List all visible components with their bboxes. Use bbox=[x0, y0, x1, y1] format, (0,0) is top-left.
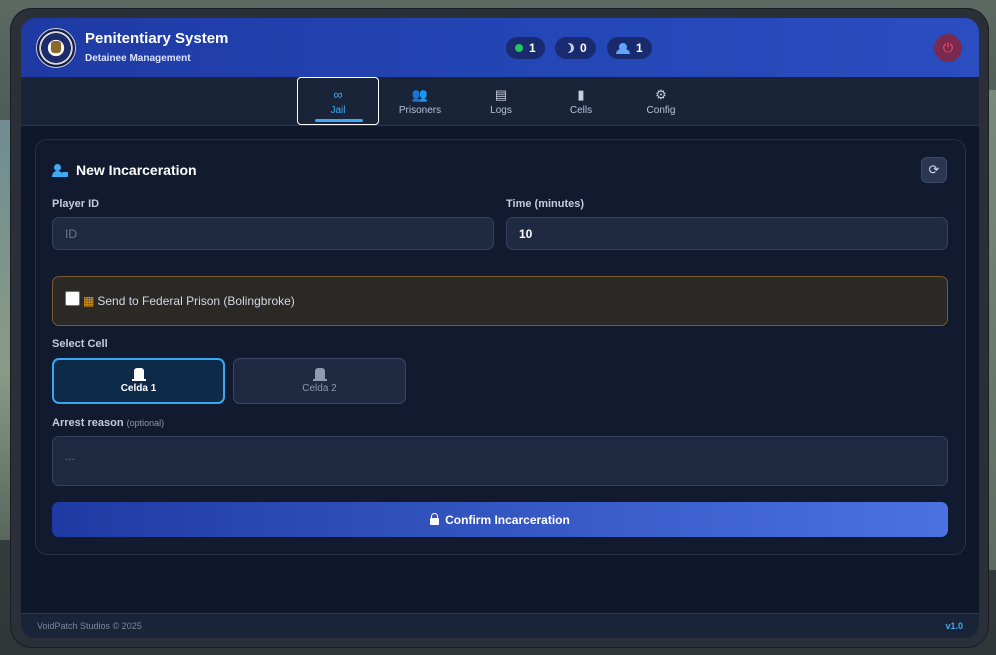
building-icon: ▦ bbox=[83, 294, 95, 308]
optional-hint: (optional) bbox=[126, 418, 165, 428]
power-icon: ⏻ bbox=[942, 40, 954, 55]
app-window: Penitentiary System Detainee Management … bbox=[21, 18, 979, 638]
online-count: 1 bbox=[529, 41, 536, 55]
power-button[interactable]: ⏻ bbox=[934, 34, 962, 62]
seal-logo-icon bbox=[36, 28, 76, 68]
cell-option-2[interactable]: Celda 2 bbox=[233, 358, 406, 404]
time-label: Time (minutes) bbox=[506, 198, 585, 210]
app-subtitle: Detainee Management bbox=[85, 53, 191, 64]
lock-icon bbox=[430, 513, 440, 525]
officers-count: 1 bbox=[636, 41, 643, 55]
card-title: New Incarceration bbox=[52, 162, 197, 178]
status-online-badge: 1 bbox=[506, 37, 545, 59]
status-night-badge: 0 bbox=[555, 37, 596, 59]
door-icon bbox=[131, 368, 146, 381]
refresh-icon: ⟳ bbox=[928, 162, 940, 177]
tab-logs[interactable]: ▤ Logs bbox=[460, 77, 542, 125]
arrest-reason-placeholder: ... bbox=[65, 449, 76, 463]
federal-prison-checkbox[interactable] bbox=[65, 290, 80, 306]
night-count: 0 bbox=[580, 41, 587, 55]
arrest-reason-text: Arrest reason bbox=[52, 417, 124, 429]
users-icon: 👥 bbox=[411, 86, 429, 102]
tab-label: Cells bbox=[569, 104, 593, 116]
app-title: Penitentiary System bbox=[85, 30, 229, 47]
tab-bar: ∞ Jail 👥 Prisoners ▤ Logs ▮ Cells ⚙ Conf… bbox=[21, 77, 979, 126]
time-input[interactable]: 10 bbox=[506, 217, 948, 250]
player-id-label: Player ID bbox=[52, 198, 100, 210]
cell-label: Celda 1 bbox=[120, 383, 157, 394]
status-officers-badge: 1 bbox=[607, 37, 652, 59]
tab-label: Logs bbox=[490, 104, 512, 116]
player-id-placeholder: ID bbox=[65, 226, 77, 241]
tab-cells[interactable]: ▮ Cells bbox=[540, 77, 622, 125]
cell-label: Celda 2 bbox=[302, 383, 337, 394]
header: Penitentiary System Detainee Management … bbox=[21, 18, 979, 77]
federal-prison-label: Send to Federal Prison (Bolingbroke) bbox=[97, 294, 295, 308]
online-dot-icon bbox=[515, 44, 523, 52]
user-lock-icon bbox=[52, 163, 68, 177]
users-icon bbox=[616, 43, 630, 54]
federal-prison-option: ▦ Send to Federal Prison (Bolingbroke) bbox=[52, 276, 948, 326]
select-cell-label: Select Cell bbox=[52, 338, 108, 350]
moon-icon bbox=[564, 43, 574, 53]
version-text: v1.0 bbox=[945, 621, 963, 631]
confirm-label: Confirm Incarceration bbox=[445, 512, 570, 527]
door-icon: ▮ bbox=[577, 86, 585, 102]
binoculars-icon: ∞ bbox=[333, 86, 343, 102]
footer: VoidPatch Studios © 2025 v1.0 bbox=[21, 613, 979, 638]
door-icon bbox=[312, 368, 327, 381]
cell-option-1[interactable]: Celda 1 bbox=[52, 358, 225, 404]
arrest-reason-textarea[interactable]: ... bbox=[52, 436, 948, 486]
time-value: 10 bbox=[519, 226, 533, 241]
card-title-text: New Incarceration bbox=[76, 162, 197, 178]
arrest-reason-label: Arrest reason (optional) bbox=[52, 417, 164, 429]
tab-prisoners[interactable]: 👥 Prisoners bbox=[379, 77, 461, 125]
tab-label: Jail bbox=[330, 104, 346, 116]
gear-icon: ⚙ bbox=[655, 86, 667, 102]
clipboard-icon: ▤ bbox=[494, 86, 508, 102]
tab-config[interactable]: ⚙ Config bbox=[620, 77, 702, 125]
refresh-button[interactable]: ⟳ bbox=[921, 157, 947, 183]
copyright-text: VoidPatch Studios © 2025 bbox=[37, 621, 142, 631]
confirm-incarceration-button[interactable]: Confirm Incarceration bbox=[52, 502, 948, 537]
tab-jail[interactable]: ∞ Jail bbox=[297, 77, 379, 125]
tab-label: Prisoners bbox=[398, 104, 442, 116]
player-id-input[interactable]: ID bbox=[52, 217, 494, 250]
incarceration-card: New Incarceration ⟳ Player ID ID Time (m… bbox=[35, 139, 966, 555]
tab-label: Config bbox=[646, 104, 676, 116]
